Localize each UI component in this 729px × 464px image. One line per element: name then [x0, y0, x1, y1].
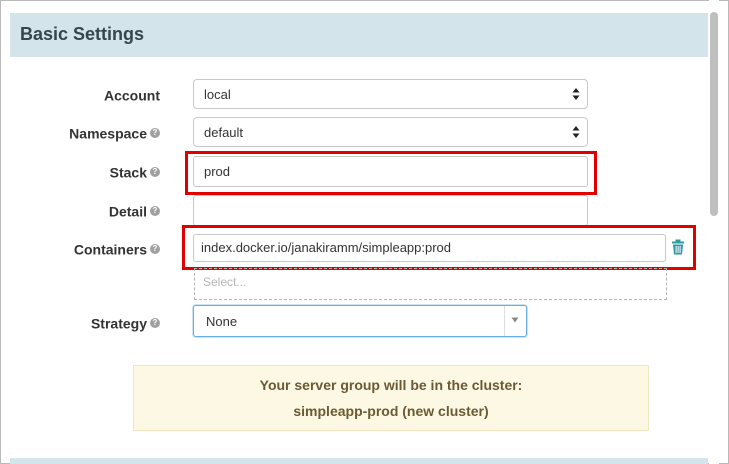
- strategy-select-value: None: [206, 314, 238, 329]
- help-icon[interactable]: ?: [150, 318, 160, 329]
- panel-header: Basic Settings: [10, 13, 708, 57]
- namespace-label: Namespace?: [0, 124, 160, 141]
- stack-label: Stack?: [0, 163, 160, 180]
- select-arrows-icon: [572, 88, 580, 100]
- help-icon[interactable]: ?: [150, 244, 160, 255]
- help-icon[interactable]: ?: [150, 206, 160, 217]
- namespace-select-value: default: [204, 125, 244, 140]
- panel-title: Basic Settings: [20, 24, 145, 44]
- cluster-info-line2: simpleapp-prod (new cluster): [293, 403, 489, 419]
- help-icon[interactable]: ?: [150, 167, 160, 178]
- help-icon[interactable]: ?: [150, 128, 160, 139]
- containers-label: Containers?: [0, 240, 160, 257]
- account-label: Account: [104, 87, 160, 104]
- cluster-info-box: Your server group will be in the cluster…: [133, 365, 649, 431]
- account-select-value: local: [204, 87, 231, 102]
- strategy-label: Strategy?: [0, 314, 160, 331]
- strategy-select[interactable]: None: [193, 305, 527, 337]
- containers-input-value: index.docker.io/janakiramm/simpleapp:pro…: [201, 240, 452, 255]
- containers-add-select[interactable]: Select...: [194, 268, 667, 300]
- stack-input-value: prod: [204, 164, 231, 179]
- chevron-down-icon[interactable]: [511, 317, 519, 323]
- detail-input[interactable]: [193, 195, 588, 226]
- containers-add-placeholder: Select...: [203, 275, 247, 289]
- account-select[interactable]: local: [193, 79, 588, 109]
- select-arrows-icon: [572, 126, 580, 138]
- strategy-select-divider: [504, 306, 505, 336]
- trash-icon[interactable]: [671, 239, 685, 255]
- stack-input[interactable]: prod: [193, 156, 588, 187]
- containers-input[interactable]: index.docker.io/janakiramm/simpleapp:pro…: [193, 234, 666, 262]
- detail-label: Detail?: [0, 202, 160, 219]
- next-panel-header: [10, 458, 708, 464]
- cluster-info-line1: Your server group will be in the cluster…: [259, 377, 523, 393]
- scrollbar-thumb[interactable]: [710, 12, 718, 216]
- namespace-select[interactable]: default: [193, 117, 588, 147]
